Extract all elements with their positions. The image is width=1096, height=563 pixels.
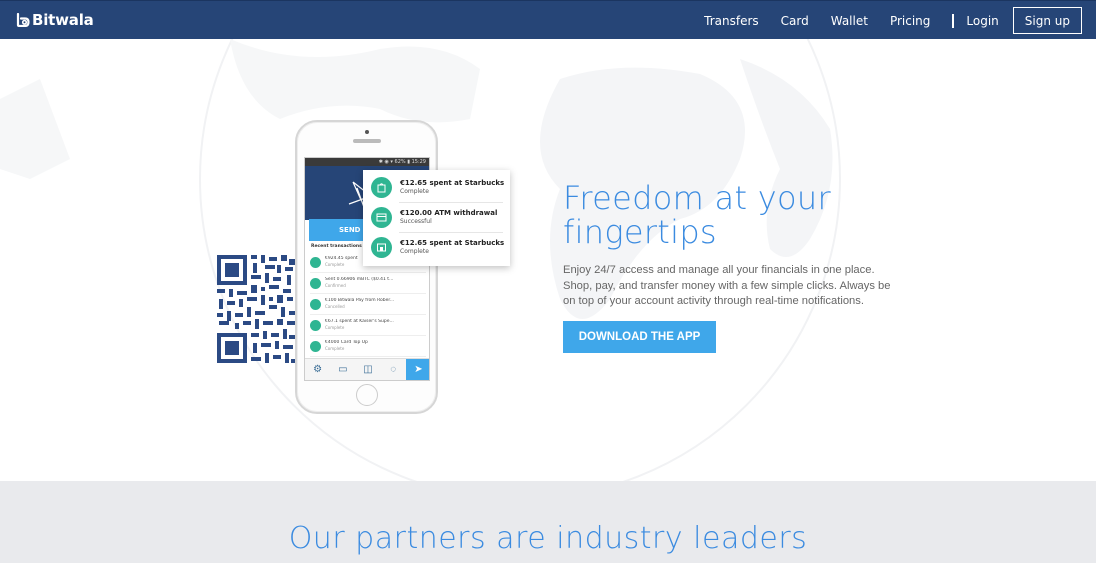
- tx-status: Confirmed: [325, 283, 346, 288]
- divider: [399, 202, 503, 203]
- notifications-card: €12.65 spent at Starbucks Complete €120.…: [363, 170, 510, 266]
- list-item[interactable]: €4000 Card Top Up Complete: [310, 336, 426, 357]
- notification-status: Complete: [400, 247, 429, 255]
- tx-status: Complete: [325, 325, 345, 330]
- shop-icon: [371, 236, 392, 258]
- notification-item: €120.00 ATM withdrawal Successful: [371, 205, 497, 229]
- status-bar: ✱ ◉ ▾ 62% ▮ 15:29: [305, 158, 429, 166]
- notification-status: Successful: [400, 217, 432, 225]
- signup-button[interactable]: Sign up: [1012, 7, 1082, 34]
- nav-wallet[interactable]: Wallet: [831, 14, 868, 28]
- settings-icon[interactable]: ⚙: [305, 359, 330, 380]
- send-icon[interactable]: ➤: [405, 359, 429, 380]
- notification-item: €12.65 spent at Starbucks Complete: [371, 235, 504, 259]
- atm-icon: [371, 206, 392, 228]
- tx-status: Cancelled: [325, 304, 345, 309]
- cart-icon: [310, 319, 321, 331]
- brand-name: Bitwala: [32, 11, 94, 29]
- partners-title: Our partners are industry leaders: [288, 521, 808, 556]
- phone-mockup: ✱ ◉ ▾ 62% ▮ 15:29 SEND M Recent transact…: [295, 120, 438, 414]
- hero-section: [0, 39, 1096, 481]
- qr-code: [217, 255, 295, 363]
- card-icon: [310, 340, 321, 352]
- shopping-bag-icon: [371, 176, 392, 198]
- nav-card[interactable]: Card: [781, 14, 809, 28]
- notification-title: €12.65 spent at Starbucks: [400, 178, 505, 187]
- transfer-icon: [310, 298, 321, 310]
- top-navbar: Bitwala Transfers Card Wallet Pricing Lo…: [0, 0, 1096, 39]
- bitcoin-icon: [310, 277, 321, 289]
- partners-section: Our partners are industry leaders: [0, 481, 1096, 563]
- list-item[interactable]: €67.1 spent at Kaiser's Supe... Complete: [310, 315, 426, 336]
- nav-transfers[interactable]: Transfers: [704, 14, 759, 28]
- chat-icon[interactable]: ◌: [381, 359, 406, 380]
- bag-icon: [310, 256, 321, 268]
- list-item[interactable]: Sent 0.66906 mBTC ($0.41 t... Confirmed: [310, 273, 426, 294]
- recent-transactions-label: Recent transactions: [311, 244, 362, 249]
- phone-home-button: [356, 384, 378, 406]
- phone-camera: [365, 130, 369, 134]
- divider: [399, 232, 503, 233]
- hero-headline: Freedom at your fingertips: [563, 179, 831, 251]
- notification-item: €12.65 spent at Starbucks Complete: [371, 175, 504, 199]
- tx-status: Complete: [325, 346, 345, 351]
- tx-status: Complete: [325, 262, 345, 267]
- bitwala-logo[interactable]: Bitwala: [16, 11, 94, 29]
- login-link[interactable]: Login: [966, 14, 998, 28]
- notification-status: Complete: [400, 187, 429, 195]
- card-icon[interactable]: ▭: [330, 359, 355, 380]
- globe-background: [0, 39, 841, 481]
- phone-speaker: [353, 139, 381, 143]
- list-item[interactable]: €100 Bitwala Pay from Rober... Cancelled: [310, 294, 426, 315]
- hero-description: Enjoy 24/7 access and manage all your fi…: [563, 264, 891, 308]
- phone-tabbar: ⚙ ▭ ◫ ◌ ➤: [305, 358, 429, 380]
- transaction-list: €924.45 spent Complete Sent 0.66906 mBTC …: [310, 252, 426, 357]
- notification-title: €120.00 ATM withdrawal: [400, 208, 498, 217]
- download-app-button[interactable]: DOWNLOAD THE APP: [563, 321, 716, 353]
- notification-title: €12.65 spent at Starbucks: [400, 238, 505, 247]
- nav-pricing[interactable]: Pricing: [890, 14, 930, 28]
- nav-links: Transfers Card Wallet Pricing Login Sign…: [682, 7, 1082, 34]
- wallet-icon[interactable]: ◫: [355, 359, 380, 380]
- nav-divider: [952, 13, 955, 28]
- bitwala-logo-icon: [16, 13, 30, 27]
